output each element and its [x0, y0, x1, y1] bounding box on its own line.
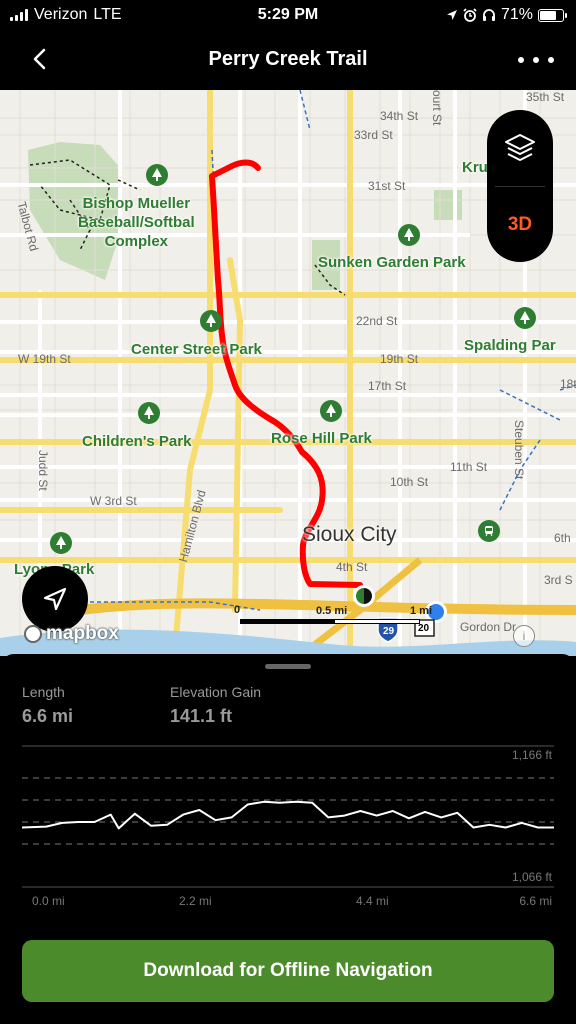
headphones-icon — [482, 9, 495, 21]
street-label: W 19th St — [18, 352, 71, 366]
more-options-button[interactable] — [518, 50, 554, 70]
y-min-label: 1,066 ft — [511, 870, 552, 884]
park-label[interactable]: Rose Hill Park — [271, 429, 372, 448]
nav-header: Perry Creek Trail — [0, 30, 576, 90]
x-tick-label: 0.0 mi — [32, 894, 65, 908]
length-stat: Length 6.6 mi — [22, 684, 73, 727]
park-label[interactable]: Children's Park — [82, 432, 191, 451]
park-tree-icon[interactable] — [200, 310, 222, 332]
street-label: 4th St — [336, 560, 368, 574]
street-label: 18t — [560, 377, 576, 391]
battery-percent: 71% — [500, 6, 533, 23]
trail-details-sheet: Length 6.6 mi Elevation Gain 141.1 ft 1,… — [0, 654, 576, 1024]
length-label: Length — [22, 684, 65, 700]
scale-bar — [240, 619, 420, 624]
drag-handle[interactable] — [265, 664, 311, 669]
street-label: Steuben St — [512, 420, 526, 480]
park-tree-icon[interactable] — [514, 307, 536, 329]
trail-map[interactable]: 35th St 34th St 33rd St 31st St Talbot R… — [0, 90, 576, 656]
mapbox-logo: mapbox — [24, 623, 119, 645]
elevation-gain-label: Elevation Gain — [170, 684, 262, 700]
scale-end: 1 mi — [410, 605, 433, 617]
alarm-icon — [463, 8, 477, 22]
y-max-label: 1,166 ft — [511, 748, 552, 762]
status-bar: Verizon LTE 5:29 PM 71% — [0, 0, 576, 30]
park-tree-icon[interactable] — [138, 402, 160, 424]
us-route-shield-label: 20 — [418, 623, 430, 634]
park-label[interactable]: Kru — [462, 158, 488, 177]
park-label[interactable]: Spalding Par — [464, 336, 556, 355]
length-value: 6.6 mi — [22, 706, 74, 726]
park-tree-icon[interactable] — [320, 400, 342, 422]
interstate-shield-label: 29 — [383, 626, 395, 637]
street-label: 19th St — [380, 352, 419, 366]
x-tick-label: 6.6 mi — [519, 894, 552, 908]
battery-level — [540, 10, 556, 20]
park-label[interactable]: Center Street Park — [131, 340, 262, 359]
layers-icon — [505, 134, 535, 161]
street-label: 10th St — [390, 475, 429, 489]
park-label[interactable]: Bishop Mueller Baseball/Softbal Complex — [78, 194, 195, 251]
mapbox-text: mapbox — [46, 623, 119, 644]
download-offline-button[interactable]: Download for Offline Navigation — [22, 940, 554, 1002]
park-tree-icon[interactable] — [50, 532, 72, 554]
3d-toggle-button[interactable]: 3D — [487, 187, 553, 262]
street-label: 33rd St — [354, 128, 393, 142]
street-label: Judd St — [36, 450, 50, 491]
elevation-profile-line — [21, 800, 554, 830]
page-title: Perry Creek Trail — [208, 48, 368, 70]
street-label: 3rd S — [544, 573, 573, 587]
layers-button[interactable] — [487, 110, 553, 186]
elevation-chart-svg — [21, 745, 554, 888]
street-label: 17th St — [368, 379, 407, 393]
x-tick-label: 4.4 mi — [356, 894, 389, 908]
status-icons: 71% — [446, 6, 567, 24]
city-label: Sioux City — [302, 523, 397, 546]
street-label: 11th St — [450, 460, 488, 474]
street-label: ourt St — [430, 90, 444, 126]
mapbox-mark-icon — [24, 625, 42, 643]
park-label[interactable]: Sunken Garden Park — [318, 253, 466, 272]
street-label: 6th — [554, 531, 571, 545]
street-label: W 3rd St — [90, 494, 137, 508]
location-arrow-icon — [446, 10, 457, 20]
elevation-chart[interactable]: 1,166 ft 1,066 ft 0.0 mi 2.2 mi 4.4 mi 6… — [21, 742, 554, 908]
street-label: 31st St — [368, 179, 406, 193]
x-tick-label: 2.2 mi — [179, 894, 212, 908]
street-label: 22nd St — [356, 314, 398, 328]
elevation-gain-value: 141.1 ft — [170, 706, 233, 726]
scale-mid: 0.5 mi — [316, 605, 348, 617]
train-station-icon[interactable] — [478, 520, 500, 542]
street-label: Gordon Dr — [460, 620, 517, 634]
battery-icon — [538, 8, 567, 22]
scale-start: 0 — [234, 604, 241, 616]
elevation-gain-stat: Elevation Gain 141.1 ft — [170, 684, 261, 727]
attribution-info-button[interactable]: i — [513, 625, 535, 647]
park-tree-icon[interactable] — [146, 164, 168, 186]
park-tree-icon[interactable] — [398, 224, 420, 246]
navigation-arrow-icon — [43, 587, 67, 611]
street-label: 35th St — [526, 90, 565, 104]
map-layer-controls: 3D — [487, 110, 553, 262]
more-dots-icon — [518, 57, 524, 63]
street-label: 34th St — [380, 109, 419, 123]
